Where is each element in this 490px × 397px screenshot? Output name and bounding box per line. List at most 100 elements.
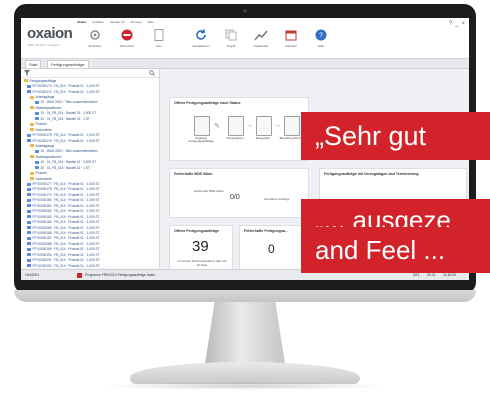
menu-tabs: Aktion Funktion Senden An Anzeige Hilfe [77, 20, 153, 24]
arrow-right-icon: → [246, 122, 253, 129]
menu-tab-anzeige[interactable]: Anzeige [131, 20, 142, 24]
refresh-button[interactable]: Aktualisieren [187, 28, 215, 56]
folder-icon [30, 144, 34, 148]
app-logo: oxaion [27, 25, 73, 42]
window-controls: ? _ × [449, 21, 465, 27]
document-icon [284, 116, 300, 136]
status-company: DE1 [413, 273, 420, 277]
order-icon [27, 193, 31, 197]
status-task[interactable]: Programm FRM1010 Fertigungsaufträge lade… [85, 273, 155, 277]
menu-tab-senden[interactable]: Senden An [110, 20, 125, 24]
order-icon [27, 264, 31, 268]
tree-panel: Fertigungsaufträge FP 00000173 · FB_014 … [21, 69, 160, 268]
folder-icon [30, 155, 34, 159]
card-faulty-bde: Fehlerhafte BDE-Sätze fehlerhafte BDE-Sä… [169, 168, 309, 218]
document-icon [194, 116, 210, 136]
tab-start[interactable]: Start [25, 60, 42, 68]
folder-icon [30, 106, 34, 110]
card-open-orders: Offene Fertigungsaufträge 39 mit letzten… [169, 225, 233, 270]
search-icon[interactable] [149, 70, 155, 76]
help-window-button[interactable]: ? [449, 21, 452, 27]
faulty-orders-count[interactable]: 0 [268, 242, 275, 256]
monitor-stand [205, 302, 285, 364]
new-button[interactable]: Neu [145, 28, 173, 56]
cancel-icon [121, 29, 133, 41]
folder-icon [30, 122, 34, 126]
folder-icon [24, 79, 28, 83]
connect-button[interactable]: Verbinden [81, 28, 109, 56]
app-logo-subtitle: ERP. Einfach. Intelligent. [28, 43, 61, 47]
floor-shadow [100, 382, 390, 390]
quote-banner-1: „Sehr gut [301, 112, 490, 160]
order-icon [27, 182, 31, 186]
order-icon [27, 84, 31, 88]
document-tabs: Start Fertigungsaufträge [21, 59, 469, 69]
order-icon [35, 100, 39, 104]
menu-tab-aktion[interactable]: Aktion [77, 20, 86, 24]
order-icon [35, 160, 39, 164]
card-faulty-orders: Fehlerhafte Fertigungsa... 0 [239, 225, 309, 270]
order-icon [35, 166, 39, 170]
folder-icon [30, 128, 34, 132]
status-flow: ✎ → → Angelegt Fertigungsaufträge Freige… [188, 116, 310, 144]
program-icon [77, 273, 82, 278]
order-icon [27, 209, 31, 213]
order-icon [27, 236, 31, 240]
svg-text:?: ? [319, 33, 323, 40]
refresh-icon [196, 29, 206, 40]
arrow-right-icon: → [274, 122, 281, 129]
order-icon [27, 187, 31, 191]
order-icon [35, 111, 39, 115]
quote-banner-3: and Feel ... [301, 227, 490, 273]
dashboard-button[interactable]: Dashboard [247, 28, 275, 56]
order-icon [27, 242, 31, 246]
order-icon [27, 247, 31, 251]
monitor-foot [130, 362, 360, 384]
order-icon [35, 149, 39, 153]
access-button[interactable]: Zugriff [217, 28, 245, 56]
pencil-icon: ✎ [214, 123, 220, 130]
order-icon [27, 198, 31, 202]
menu-tab-funktion[interactable]: Funktion [92, 20, 104, 24]
card-open-orders-status: Offene Fertigungsaufträge nach Status ✎ … [169, 97, 309, 161]
filter-icon[interactable] [24, 70, 30, 76]
help-icon: ? [315, 29, 327, 41]
folder-icon [30, 171, 34, 175]
status-time: 11:46:09 [443, 273, 456, 277]
monitor-chin [0, 290, 490, 302]
document-icon [256, 116, 272, 136]
cancel-button[interactable]: Abbrechen [113, 28, 141, 56]
gear-icon [90, 30, 100, 40]
order-icon [27, 226, 31, 230]
camera-dot [243, 9, 247, 13]
order-icon [27, 231, 31, 235]
tree-toolbar [21, 69, 159, 78]
copy-icon [225, 29, 237, 41]
order-icon [27, 90, 31, 94]
document-icon [228, 116, 244, 136]
chart-icon [254, 30, 268, 41]
calendar-icon [285, 30, 297, 41]
folder-icon [30, 177, 34, 181]
calendar-button[interactable]: Kalender [277, 28, 305, 56]
close-button[interactable]: × [461, 21, 465, 27]
tab-fertigungsauftraege[interactable]: Fertigungsaufträge [47, 60, 89, 68]
open-orders-count[interactable]: 39 [192, 238, 209, 255]
status-user: 1HA2001 [25, 273, 40, 277]
order-icon [35, 117, 39, 121]
help-button[interactable]: ? Hilfe [307, 28, 335, 56]
order-icon [27, 133, 31, 137]
order-icon [27, 253, 31, 257]
ribbon-toolbar: oxaion ERP. Einfach. Intelligent. Aktion… [21, 18, 469, 59]
order-icon [27, 258, 31, 262]
order-icon [27, 204, 31, 208]
status-date: 09.01. [427, 273, 437, 277]
menu-tab-hilfe[interactable]: Hilfe [147, 20, 153, 24]
minimize-button[interactable]: _ [455, 21, 458, 27]
folder-icon [30, 95, 34, 99]
order-icon [27, 139, 31, 143]
order-icon [27, 215, 31, 219]
tree-item[interactable]: FP 00000192 · FB_014 · Produkt 01 · 1,00… [21, 263, 159, 268]
order-icon [27, 220, 31, 224]
document-icon [154, 29, 164, 41]
